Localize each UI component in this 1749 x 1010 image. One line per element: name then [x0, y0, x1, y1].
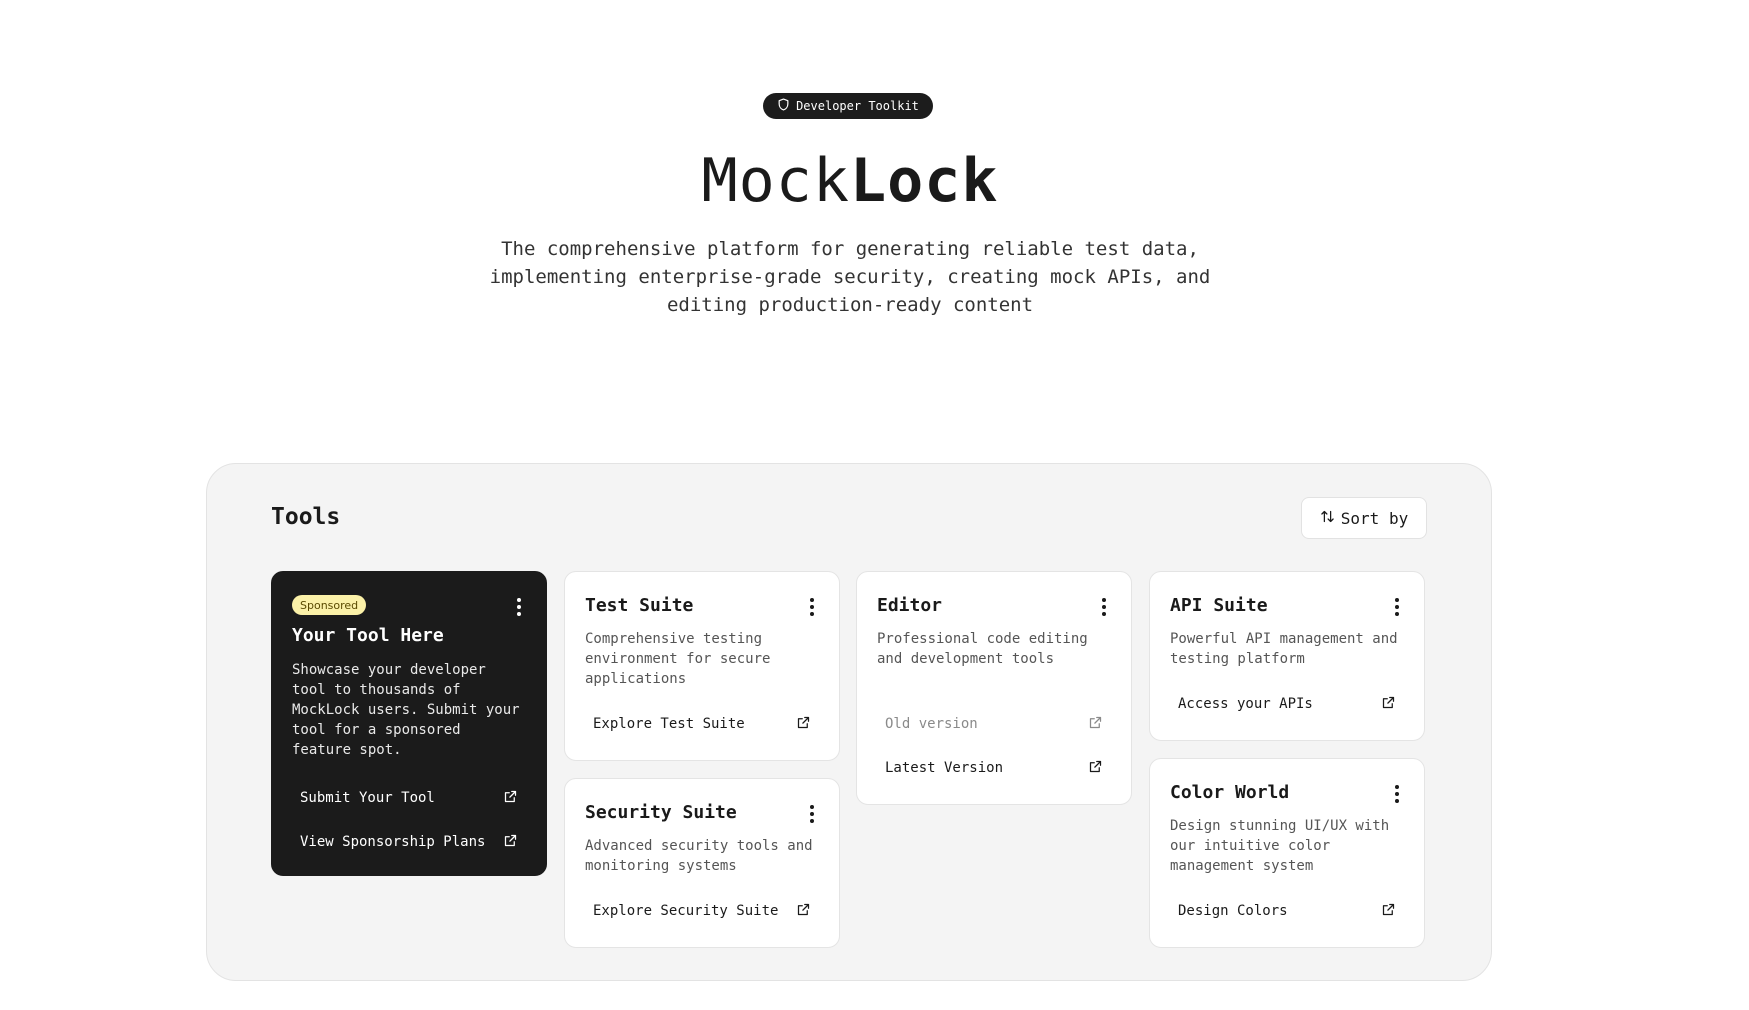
title-bold: Lock	[850, 146, 999, 216]
link-label: Explore Test Suite	[593, 716, 745, 732]
old-version-link[interactable]: Old version	[877, 709, 1111, 739]
card-title: Color World	[1170, 782, 1290, 803]
shield-icon	[777, 98, 790, 114]
tool-card-security-suite[interactable]: Security Suite Advanced security tools a…	[564, 778, 840, 948]
external-link-icon	[796, 902, 811, 921]
external-link-icon	[1088, 759, 1103, 778]
more-options-icon[interactable]	[1394, 785, 1400, 803]
sort-label: Sort by	[1340, 508, 1409, 528]
design-colors-link[interactable]: Design Colors	[1170, 896, 1404, 926]
tool-card-test-suite[interactable]: Test Suite Comprehensive testing environ…	[564, 571, 840, 761]
card-title: Editor	[877, 595, 943, 616]
link-label: View Sponsorship Plans	[300, 834, 486, 850]
more-options-icon[interactable]	[809, 805, 815, 823]
tool-card-color-world[interactable]: Color World Design stunning UI/UX with o…	[1149, 758, 1425, 948]
explore-test-suite-link[interactable]: Explore Test Suite	[585, 709, 819, 739]
card-title: Your Tool Here	[292, 625, 444, 646]
sponsored-tag: Sponsored	[292, 595, 367, 615]
page-title: MockLock	[0, 145, 1700, 217]
card-title: Test Suite	[585, 595, 694, 616]
card-description: Professional code editing and developmen…	[877, 631, 1088, 667]
tool-card-editor[interactable]: Editor Professional code editing and dev…	[856, 571, 1132, 805]
more-options-icon[interactable]	[1394, 598, 1400, 616]
tool-card-api-suite[interactable]: API Suite Powerful API management and te…	[1149, 571, 1425, 741]
link-label: Latest Version	[885, 760, 1004, 776]
tools-heading: Tools	[271, 504, 341, 530]
more-options-icon[interactable]	[809, 598, 815, 616]
external-link-icon	[503, 833, 518, 852]
card-title: Security Suite	[585, 802, 737, 823]
developer-toolkit-badge: Developer Toolkit	[763, 93, 933, 119]
card-description: Comprehensive testing environment for se…	[585, 631, 771, 687]
external-link-icon	[1088, 715, 1103, 734]
external-link-icon	[503, 789, 518, 808]
page-subtitle: The comprehensive platform for generatin…	[489, 238, 1211, 316]
card-description: Design stunning UI/UX with our intuitive…	[1170, 818, 1390, 874]
explore-security-suite-link[interactable]: Explore Security Suite	[585, 896, 819, 926]
link-label: Old version	[885, 716, 978, 732]
sort-button[interactable]: Sort by	[1301, 497, 1427, 539]
submit-tool-link[interactable]: Submit Your Tool	[292, 783, 526, 813]
tools-panel: Tools Sort by Sponsored Your Tool Here S…	[206, 463, 1492, 981]
card-title: API Suite	[1170, 595, 1268, 616]
card-description: Powerful API management and testing plat…	[1170, 631, 1398, 667]
external-link-icon	[1381, 902, 1396, 921]
external-link-icon	[1381, 695, 1396, 714]
more-options-icon[interactable]	[516, 598, 522, 616]
card-description: Advanced security tools and monitoring s…	[585, 838, 813, 874]
link-label: Explore Security Suite	[593, 903, 779, 919]
access-apis-link[interactable]: Access your APIs	[1170, 689, 1404, 719]
external-link-icon	[796, 715, 811, 734]
more-options-icon[interactable]	[1101, 598, 1107, 616]
link-label: Submit Your Tool	[300, 790, 435, 806]
sponsorship-plans-link[interactable]: View Sponsorship Plans	[292, 827, 526, 857]
link-label: Access your APIs	[1178, 696, 1313, 712]
sponsored-card[interactable]: Sponsored Your Tool Here Showcase your d…	[271, 571, 547, 876]
sort-icon	[1320, 509, 1335, 528]
badge-label: Developer Toolkit	[796, 99, 919, 113]
latest-version-link[interactable]: Latest Version	[877, 753, 1111, 783]
title-light: Mock	[701, 146, 850, 216]
card-description: Showcase your developer tool to thousand…	[292, 662, 520, 758]
link-label: Design Colors	[1178, 903, 1288, 919]
